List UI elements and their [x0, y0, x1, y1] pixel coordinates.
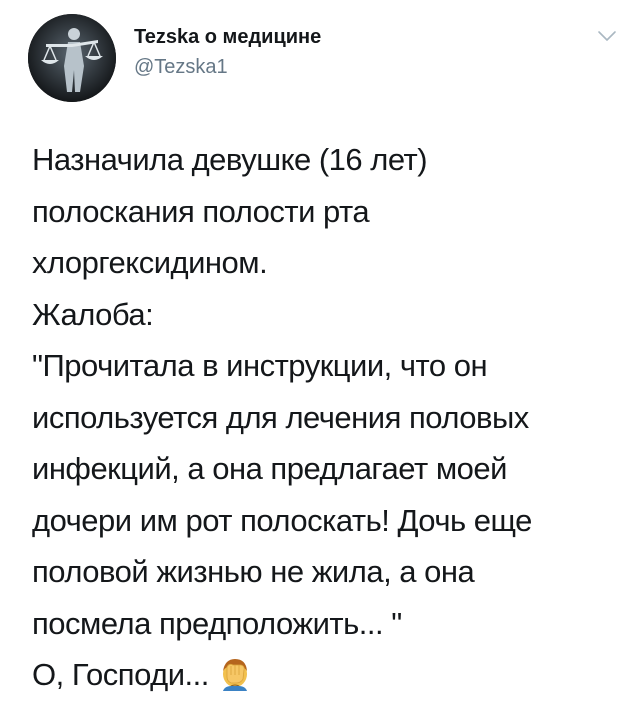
- tweet-text: Назначила девушке (16 лет) полоскания по…: [32, 134, 622, 701]
- tweet-text-line: Жалоба:: [32, 296, 154, 332]
- author-handle[interactable]: @Tezska1: [134, 56, 228, 79]
- tweet-text-line: хлоргексидином.: [32, 245, 268, 280]
- tweet-text-line: дочери им рот полоскать! Дочь еще: [32, 502, 532, 538]
- tweet-card: Tezska о медицине @Tezska1 Назначила дев…: [0, 0, 640, 692]
- tweet-text-line: Назначила девушке (16 лет): [32, 142, 428, 177]
- tweet-text-line: О, Господи...: [32, 657, 209, 692]
- tweet-text-last-line: О, Господи...: [32, 649, 622, 701]
- libra-figure-avatar-icon: [28, 14, 116, 102]
- tweet-text-line: инфекций, а она предлагает моей: [32, 451, 507, 486]
- face-palm-emoji-icon: [222, 659, 247, 691]
- tweet-text-line: "Прочитала в инструкции, что он: [32, 348, 488, 383]
- chevron-down-icon[interactable]: [596, 28, 618, 44]
- author-display-name[interactable]: Tezska о медицине: [134, 26, 321, 49]
- tweet-text-line: посмела предположить... ": [32, 605, 402, 641]
- avatar[interactable]: [28, 14, 116, 102]
- tweet-text-line: используется для лечения половых: [32, 399, 529, 435]
- tweet-text-line: полоскания полости рта: [32, 193, 370, 229]
- tweet-text-line: половой жизнью не жила, а она: [32, 554, 475, 589]
